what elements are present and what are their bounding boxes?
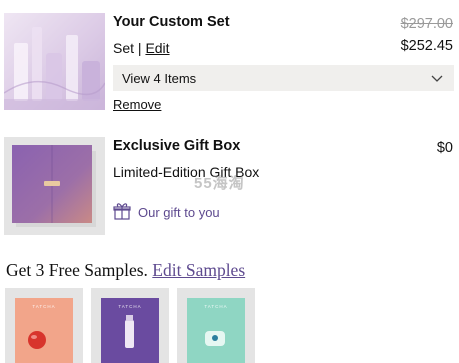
sample-pack: TATCHA [15,298,73,363]
sample-item[interactable]: TATCHA [5,288,83,363]
chevron-down-icon [431,71,443,86]
sample-item[interactable]: TATCHA [177,288,255,363]
gift-box-subtitle: Limited-Edition Gift Box [113,164,260,180]
remove-link[interactable]: Remove [113,97,161,112]
samples-heading: Get 3 Free Samples. Edit Samples [6,260,245,281]
original-price: $297.00 [400,16,453,32]
sample-pack: TATCHA [187,298,245,363]
gift-box-image [4,137,105,235]
edit-set-link[interactable]: Edit [145,40,169,56]
set-label: Set [113,40,135,56]
sample-product-icon [205,331,225,346]
edit-samples-link[interactable]: Edit Samples [152,260,245,280]
sample-item[interactable]: TATCHA [91,288,169,363]
gift-note-text: Our gift to you [138,205,220,220]
gift-note: Our gift to you [113,202,220,223]
gift-box-title: Exclusive Gift Box [113,138,241,154]
current-price: $252.45 [400,38,453,54]
custom-set-image[interactable] [4,13,105,110]
sample-pack: TATCHA [101,298,159,363]
custom-set-meta: Set | Edit [113,40,170,56]
gift-box-price: $0 [436,140,453,156]
samples-heading-text: Get 3 Free Samples. [6,260,148,280]
gift-box-illustration [12,145,96,227]
sample-product-icon [125,315,134,348]
view-items-label: View 4 Items [122,70,197,86]
custom-set-title: Your Custom Set [113,14,230,30]
separator: | [137,40,142,56]
custom-set-product-illustration [4,27,105,110]
sample-product-icon [28,331,46,349]
gift-icon [113,202,131,223]
view-items-toggle[interactable]: View 4 Items [113,65,454,91]
